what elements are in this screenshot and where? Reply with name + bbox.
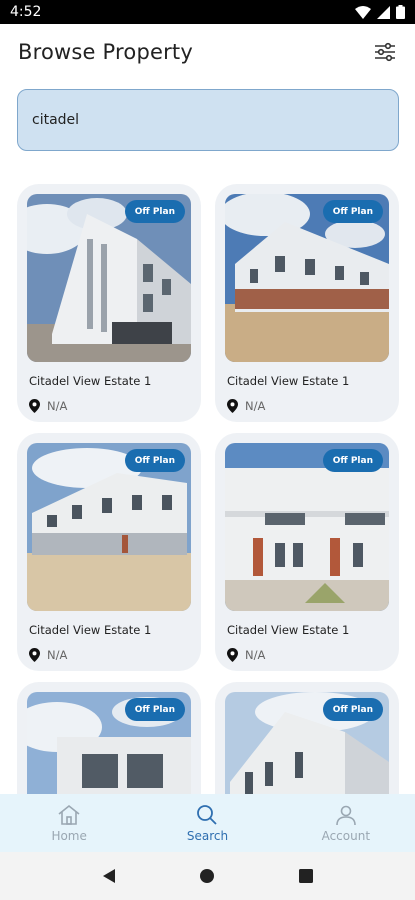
listing-grid[interactable]: Off Plan Citadel View Estate 1 N/A Off P… [17, 184, 399, 794]
home-system-button[interactable] [195, 864, 219, 888]
nav-search-label: Search [186, 828, 229, 843]
search-input[interactable] [32, 112, 384, 128]
location-text: N/A [245, 399, 266, 413]
status-badge: Off Plan [124, 200, 185, 223]
property-photo: Off Plan [225, 692, 389, 794]
search-box[interactable] [17, 89, 399, 151]
listing-location: N/A [227, 648, 389, 662]
filter-button[interactable] [373, 40, 397, 64]
listing-title: Citadel View Estate 1 [29, 374, 152, 388]
listing-card[interactable]: Off Plan [17, 682, 201, 794]
listing-title: Citadel View Estate 1 [29, 623, 152, 637]
back-button[interactable] [97, 864, 121, 888]
location-text: N/A [47, 399, 68, 413]
bottom-nav: Home Search Account [0, 794, 415, 852]
listing-location: N/A [227, 399, 389, 413]
home-circle-icon [200, 869, 215, 883]
listing-card[interactable]: Off Plan [215, 682, 399, 794]
listing-location: N/A [29, 399, 191, 413]
listing-card[interactable]: Off Plan Citadel View Estate 1 N/A [215, 433, 399, 671]
signal-icon [377, 5, 390, 19]
nav-search[interactable]: Search [147, 804, 267, 843]
back-triangle-icon [103, 869, 116, 883]
location-pin-icon [227, 648, 238, 662]
listing-title: Citadel View Estate 1 [227, 623, 350, 637]
location-pin-icon [29, 648, 40, 662]
nav-account[interactable]: Account [286, 804, 406, 843]
property-photo: Off Plan [225, 194, 389, 362]
battery-icon [396, 5, 405, 19]
property-photo: Off Plan [27, 194, 191, 362]
listing-location: N/A [29, 648, 191, 662]
status-badge: Off Plan [322, 449, 383, 472]
sliders-icon [375, 42, 395, 62]
location-pin-icon [29, 399, 40, 413]
property-photo: Off Plan [27, 692, 191, 794]
status-badge: Off Plan [124, 698, 185, 721]
property-photo: Off Plan [27, 443, 191, 611]
app-header: Browse Property [0, 24, 415, 80]
status-badge: Off Plan [322, 698, 383, 721]
recents-button[interactable] [294, 864, 318, 888]
recents-square-icon [298, 869, 313, 883]
nav-home[interactable]: Home [9, 804, 129, 843]
nav-home-label: Home [51, 828, 87, 843]
property-photo: Off Plan [225, 443, 389, 611]
location-pin-icon [227, 399, 238, 413]
page-title: Browse Property [18, 40, 193, 64]
nav-account-label: Account [321, 828, 371, 843]
status-badge: Off Plan [124, 449, 185, 472]
listing-card[interactable]: Off Plan Citadel View Estate 1 N/A [215, 184, 399, 422]
status-bar: 4:52 [0, 0, 415, 24]
search-icon [197, 804, 218, 825]
status-time: 4:52 [10, 4, 42, 20]
status-badge: Off Plan [322, 200, 383, 223]
home-icon [58, 804, 80, 825]
listing-title: Citadel View Estate 1 [227, 374, 350, 388]
location-text: N/A [245, 648, 266, 662]
account-icon [336, 805, 356, 825]
listing-card[interactable]: Off Plan Citadel View Estate 1 N/A [17, 433, 201, 671]
system-nav-bar [0, 852, 415, 900]
listing-card[interactable]: Off Plan Citadel View Estate 1 N/A [17, 184, 201, 422]
wifi-icon [355, 5, 371, 19]
location-text: N/A [47, 648, 68, 662]
